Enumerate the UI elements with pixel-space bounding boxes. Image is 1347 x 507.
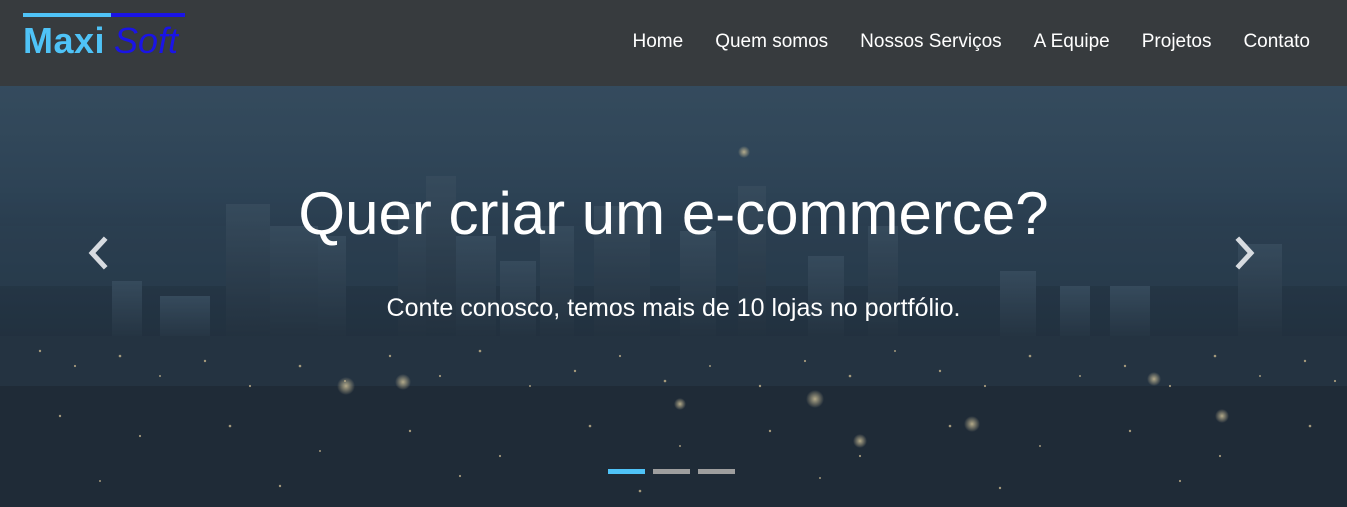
carousel-indicators: [608, 469, 735, 474]
logo-bar-left: [23, 13, 111, 17]
logo-text-maxi: Maxi: [23, 20, 106, 61]
hero-title: Quer criar um e-commerce?: [298, 180, 1049, 247]
hero-carousel: Quer criar um e-commerce? Conte conosco,…: [0, 86, 1347, 507]
carousel-indicator-1[interactable]: [608, 469, 645, 474]
chevron-right-icon: [1235, 236, 1255, 270]
brand-logo[interactable]: Maxi Soft: [23, 13, 185, 61]
nav-contato[interactable]: Contato: [1227, 29, 1326, 55]
nav-nossos-servicos[interactable]: Nossos Serviços: [844, 29, 1018, 55]
nav-projetos[interactable]: Projetos: [1126, 29, 1228, 55]
nav-home[interactable]: Home: [617, 29, 700, 55]
chevron-left-icon: [88, 236, 108, 270]
carousel-prev-button[interactable]: [84, 236, 114, 270]
logo-bar-right: [111, 13, 185, 17]
navbar: Maxi Soft Home Quem somos Nossos Serviço…: [0, 0, 1347, 86]
hero-subtitle: Conte conosco, temos mais de 10 lojas no…: [386, 294, 961, 322]
nav-a-equipe[interactable]: A Equipe: [1018, 29, 1126, 55]
main-nav: Home Quem somos Nossos Serviços A Equipe…: [617, 29, 1327, 55]
logo-text-soft: Soft: [114, 20, 179, 61]
carousel-indicator-2[interactable]: [653, 469, 690, 474]
nav-quem-somos[interactable]: Quem somos: [699, 29, 844, 55]
carousel-next-button[interactable]: [1229, 236, 1259, 270]
carousel-indicator-3[interactable]: [698, 469, 735, 474]
